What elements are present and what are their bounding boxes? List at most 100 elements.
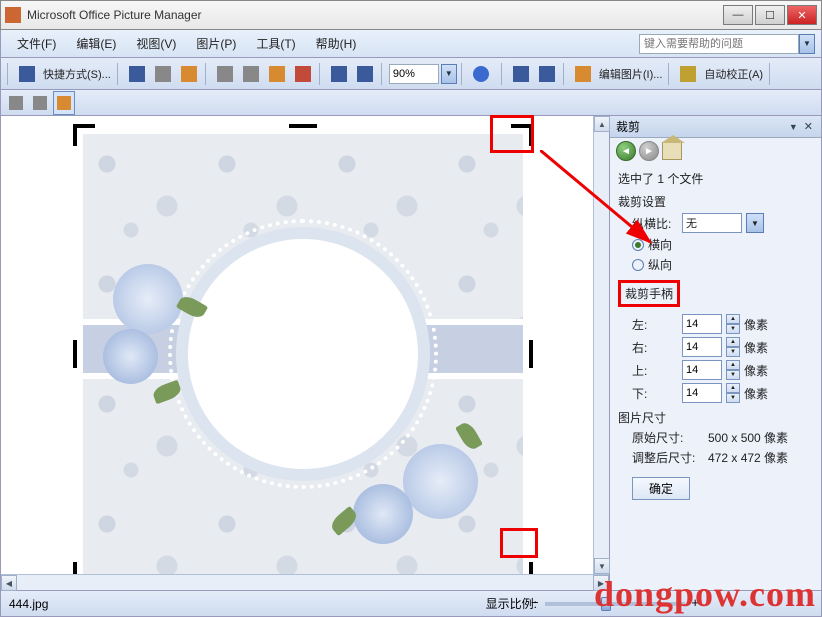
window-titlebar: Microsoft Office Picture Manager — ☐ ✕ xyxy=(0,0,822,30)
scroll-right-button[interactable]: ▶ xyxy=(593,575,609,591)
crop-right-input[interactable] xyxy=(682,337,722,357)
scroll-left-button[interactable]: ◀ xyxy=(1,575,17,591)
zoom-dropdown-button[interactable]: ▼ xyxy=(441,64,457,84)
crop-left-label: 左: xyxy=(632,316,678,333)
selected-count: 选中了 1 个文件 xyxy=(618,170,813,187)
panel-menu-button[interactable]: ▼ xyxy=(785,122,802,132)
panel-close-button[interactable]: ✕ xyxy=(802,120,815,133)
scroll-down-button[interactable]: ▼ xyxy=(594,558,610,574)
edit-picture-icon[interactable] xyxy=(571,62,595,86)
help-search-input[interactable] xyxy=(639,34,799,54)
orientation-vertical-label: 纵向 xyxy=(648,256,672,273)
crop-handle-bl[interactable] xyxy=(73,562,95,574)
original-size-value: 500 x 500 像素 xyxy=(708,429,788,446)
print-icon[interactable] xyxy=(151,62,175,86)
image-content xyxy=(83,134,523,574)
view-toolbar xyxy=(0,90,822,116)
crop-right-label: 右: xyxy=(632,339,678,356)
annotation-box-top-right-handle xyxy=(490,115,534,153)
resized-size-value: 472 x 472 像素 xyxy=(708,449,788,466)
crop-handle-left[interactable] xyxy=(73,340,77,368)
menu-help[interactable]: 帮助(H) xyxy=(306,32,367,55)
panel-title: 裁剪 xyxy=(616,118,640,135)
crop-left-spinner[interactable]: ▲▼ xyxy=(726,314,740,334)
shortcut-button[interactable]: 快捷方式(S)... xyxy=(41,66,113,82)
crop-right-spinner[interactable]: ▲▼ xyxy=(726,337,740,357)
crop-panel: 裁剪 ▼ ✕ ◄ ► 选中了 1 个文件 裁剪设置 纵横比: 无 ▼ 横向 纵向 xyxy=(609,116,821,590)
menu-view[interactable]: 视图(V) xyxy=(126,32,186,55)
delete-icon[interactable] xyxy=(291,62,315,86)
crop-top-label: 上: xyxy=(632,362,678,379)
nav-home-button[interactable] xyxy=(662,142,682,160)
annotation-box-bottom-right-handle xyxy=(500,528,538,558)
crop-region[interactable] xyxy=(73,124,533,574)
menu-bar: 文件(F) 编辑(E) 视图(V) 图片(P) 工具(T) 帮助(H) ▼ xyxy=(0,30,822,58)
edit-picture-button[interactable]: 编辑图片(I)... xyxy=(597,66,665,82)
app-icon xyxy=(5,7,21,23)
crop-handle-right[interactable] xyxy=(529,340,533,368)
filmstrip-view-icon[interactable] xyxy=(29,91,51,115)
status-bar: 444.jpg 显示比例: xyxy=(0,591,822,617)
copy-icon[interactable] xyxy=(239,62,263,86)
toolbar-main: 快捷方式(S)... ▼ 编辑图片(I)... 自动校正(A) xyxy=(0,58,822,90)
undo-icon[interactable] xyxy=(327,62,351,86)
maximize-button[interactable]: ☐ xyxy=(755,5,785,25)
filename-label: 444.jpg xyxy=(9,597,169,611)
crop-handle-top[interactable] xyxy=(289,124,317,128)
vertical-scrollbar[interactable]: ▲ ▼ xyxy=(593,116,609,574)
orientation-horizontal-radio[interactable] xyxy=(632,239,644,251)
menu-picture[interactable]: 图片(P) xyxy=(186,32,246,55)
shortcut-icon[interactable] xyxy=(15,62,39,86)
window-title: Microsoft Office Picture Manager xyxy=(27,8,723,22)
crop-handle-br[interactable] xyxy=(511,562,533,574)
horizontal-scrollbar[interactable]: ◀ ▶ xyxy=(1,574,609,590)
cut-icon[interactable] xyxy=(213,62,237,86)
help-icon[interactable] xyxy=(469,62,493,86)
zoom-slider-thumb[interactable] xyxy=(601,597,611,611)
menu-edit[interactable]: 编辑(E) xyxy=(66,32,126,55)
aspect-ratio-select[interactable]: 无 xyxy=(682,213,742,233)
rotate-right-icon[interactable] xyxy=(535,62,559,86)
aspect-ratio-label: 纵横比: xyxy=(632,215,678,232)
orientation-vertical-radio[interactable] xyxy=(632,259,644,271)
crop-handle-tl[interactable] xyxy=(73,124,95,146)
picture-size-label: 图片尺寸 xyxy=(618,409,813,426)
save-icon[interactable] xyxy=(125,62,149,86)
auto-correct-button[interactable]: 自动校正(A) xyxy=(702,66,765,82)
auto-correct-icon[interactable] xyxy=(676,62,700,86)
panel-titlebar: 裁剪 ▼ ✕ xyxy=(610,116,821,138)
original-size-label: 原始尺寸: xyxy=(632,429,704,446)
rotate-left-icon[interactable] xyxy=(509,62,533,86)
zoom-label: 显示比例: xyxy=(486,595,537,612)
crop-settings-label: 裁剪设置 xyxy=(618,193,813,210)
minimize-button[interactable]: — xyxy=(723,5,753,25)
ok-button[interactable]: 确定 xyxy=(632,477,690,500)
single-view-icon[interactable] xyxy=(53,91,75,115)
nav-back-button[interactable]: ◄ xyxy=(616,141,636,161)
zoom-slider[interactable] xyxy=(545,602,685,606)
menu-file[interactable]: 文件(F) xyxy=(7,32,66,55)
crop-bottom-spinner[interactable]: ▲▼ xyxy=(726,383,740,403)
image-canvas[interactable] xyxy=(1,116,593,574)
crop-top-input[interactable] xyxy=(682,360,722,380)
resized-size-label: 调整后尺寸: xyxy=(632,449,704,466)
scroll-up-button[interactable]: ▲ xyxy=(594,116,610,132)
thumbnail-view-icon[interactable] xyxy=(5,91,27,115)
zoom-input[interactable] xyxy=(389,64,439,84)
canvas-area: ▲ ▼ ◀ ▶ xyxy=(1,116,609,590)
annotation-crop-handle-label: 裁剪手柄 xyxy=(618,280,680,307)
crop-top-spinner[interactable]: ▲▼ xyxy=(726,360,740,380)
close-button[interactable]: ✕ xyxy=(787,5,817,25)
orientation-horizontal-label: 横向 xyxy=(648,236,672,253)
crop-bottom-label: 下: xyxy=(632,385,678,402)
panel-nav: ◄ ► xyxy=(610,138,821,164)
aspect-ratio-dropdown-button[interactable]: ▼ xyxy=(746,213,764,233)
mail-icon[interactable] xyxy=(177,62,201,86)
nav-forward-button[interactable]: ► xyxy=(639,141,659,161)
crop-bottom-input[interactable] xyxy=(682,383,722,403)
crop-left-input[interactable] xyxy=(682,314,722,334)
redo-icon[interactable] xyxy=(353,62,377,86)
menu-tools[interactable]: 工具(T) xyxy=(246,32,305,55)
help-dropdown-button[interactable]: ▼ xyxy=(799,34,815,54)
paste-icon[interactable] xyxy=(265,62,289,86)
